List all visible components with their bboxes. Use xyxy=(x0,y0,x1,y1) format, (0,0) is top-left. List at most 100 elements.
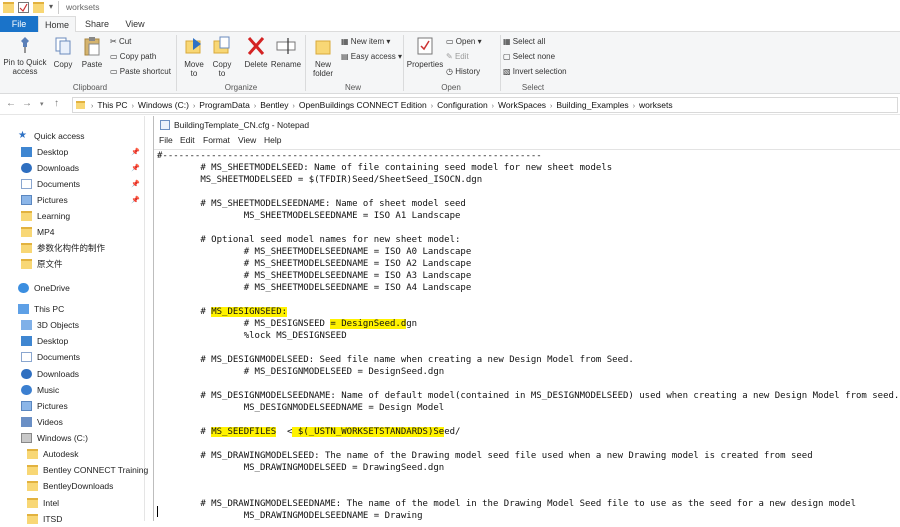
notepad-title: BuildingTemplate_CN.cfg - Notepad xyxy=(174,120,310,130)
tab-home[interactable]: Home xyxy=(38,16,76,33)
tab-file[interactable]: File xyxy=(0,16,38,32)
folder-icon xyxy=(27,449,38,459)
highlighted-text: MS_DESIGNSEED: xyxy=(211,307,288,317)
highlighted-text: = DesignSeed.d xyxy=(330,319,407,329)
documents-icon xyxy=(21,179,32,189)
text-line: %lock MS_DESIGNSEED xyxy=(157,331,347,341)
breadcrumb-separator-icon[interactable]: › xyxy=(193,100,195,114)
properties-icon xyxy=(406,36,444,58)
up-arrow-icon[interactable]: ↑ xyxy=(54,98,59,109)
ribbon-separator xyxy=(305,35,306,91)
new-folder-button[interactable]: New folder xyxy=(308,36,338,78)
select-group-label: Select xyxy=(521,83,545,92)
copy-icon xyxy=(50,36,76,58)
cloud-icon xyxy=(18,283,29,293)
text-line: MS_DRAWINGMODELSEED = DrawingSeed.dgn xyxy=(157,463,445,473)
notepad-menu-format[interactable]: Format xyxy=(203,135,230,145)
folder-icon xyxy=(21,259,32,269)
copy-to-button[interactable]: Copy to xyxy=(209,36,235,78)
cube-icon xyxy=(21,320,32,330)
easy-access-icon: ▤ xyxy=(341,52,349,61)
select-all-icon: ▦ xyxy=(503,37,511,46)
open-button[interactable]: ▭ Open ▾ xyxy=(446,36,482,48)
paste-button[interactable]: Paste xyxy=(78,36,106,69)
breadcrumb-item[interactable]: OpenBuildings CONNECT Edition xyxy=(299,98,427,112)
new-folder-icon[interactable] xyxy=(33,2,44,13)
delete-button[interactable]: Delete xyxy=(241,36,271,69)
paste-shortcut-button[interactable]: ▭ Paste shortcut xyxy=(110,66,171,78)
breadcrumb-separator-icon[interactable]: › xyxy=(633,100,635,114)
cut-button[interactable]: ✂ Cut xyxy=(110,36,131,48)
breadcrumb-item[interactable]: This PC xyxy=(97,98,127,112)
cut-icon: ✂ xyxy=(110,37,117,46)
pin-icon[interactable]: 📌 xyxy=(131,164,140,172)
recent-locations-icon[interactable]: ▾ xyxy=(40,100,44,108)
breadcrumb-item[interactable]: worksets xyxy=(639,98,673,112)
breadcrumb-separator-icon[interactable]: › xyxy=(431,100,433,114)
highlighted-text: MS_SEEDFILES xyxy=(211,427,277,437)
videos-icon xyxy=(21,417,32,428)
quick-access-dropdown-icon[interactable]: ▾ xyxy=(49,2,53,11)
notepad-menu-bar: File Edit Format View Help xyxy=(154,134,900,148)
breadcrumb-item[interactable]: Configuration xyxy=(437,98,488,112)
notepad-menu-view[interactable]: View xyxy=(238,135,256,145)
nav-item-label: Documents xyxy=(37,352,80,363)
organize-group-label: Organize xyxy=(224,83,258,92)
breadcrumb-item[interactable]: Bentley xyxy=(260,98,288,112)
text-line: MS_DRAWINGMODELSEEDNAME = Drawing xyxy=(157,511,423,521)
notepad-menu-help[interactable]: Help xyxy=(264,135,281,145)
notepad-menu-edit[interactable]: Edit xyxy=(180,135,195,145)
breadcrumb-separator-icon[interactable]: › xyxy=(91,100,93,114)
properties-icon[interactable] xyxy=(18,2,29,13)
invert-selection-button[interactable]: ▧ Invert selection xyxy=(503,66,567,78)
text-line: # MS_DESIGNMODELSEED: Seed file name whe… xyxy=(157,355,634,365)
breadcrumb-separator-icon[interactable]: › xyxy=(254,100,256,114)
edit-label: Edit xyxy=(454,52,469,61)
rename-label: Rename xyxy=(270,60,302,69)
select-all-button[interactable]: ▦ Select all xyxy=(503,36,545,48)
new-group-label: New xyxy=(344,83,361,92)
pin-icon[interactable]: 📌 xyxy=(131,180,140,188)
copy-button[interactable]: Copy xyxy=(50,36,76,69)
pin-icon[interactable]: 📌 xyxy=(131,196,140,204)
copy-to-icon xyxy=(209,36,235,58)
notepad-text-area[interactable]: #---------------------------------------… xyxy=(154,149,900,521)
edit-button[interactable]: ✎ Edit xyxy=(446,51,469,63)
breadcrumb: › This PC › Windows (C:) › ProgramData › Bentle… xyxy=(87,98,673,112)
easy-access-button[interactable]: ▤ Easy access ▾ xyxy=(341,51,402,63)
properties-button[interactable]: Properties xyxy=(406,36,444,69)
breadcrumb-item[interactable]: Building_Examples xyxy=(556,98,628,112)
breadcrumb-item[interactable]: WorkSpaces xyxy=(498,98,546,112)
nav-item-label: Quick access xyxy=(34,131,85,141)
properties-label: Properties xyxy=(406,60,444,69)
forward-arrow-icon[interactable]: → xyxy=(22,98,32,109)
select-none-button[interactable]: ▢ Select none xyxy=(503,51,555,63)
move-to-button[interactable]: Move to xyxy=(181,36,207,78)
breadcrumb-item[interactable]: Windows (C:) xyxy=(138,98,189,112)
address-path-box[interactable]: › This PC › Windows (C:) › ProgramData › Bentle… xyxy=(72,97,898,113)
notepad-menu-file[interactable]: File xyxy=(159,135,173,145)
text-caret xyxy=(157,506,158,517)
tab-view[interactable]: View xyxy=(116,16,154,32)
pin-to-quick-access-label: Pin to Quick access xyxy=(3,58,47,76)
copy-path-button[interactable]: ▭ Copy path xyxy=(110,51,156,63)
pin-icon[interactable]: 📌 xyxy=(131,148,140,156)
history-button[interactable]: ◷ History xyxy=(446,66,480,78)
ribbon-separator xyxy=(403,35,404,91)
folder-icon xyxy=(27,481,38,492)
breadcrumb-separator-icon[interactable]: › xyxy=(293,100,295,114)
breadcrumb-item[interactable]: ProgramData xyxy=(199,98,250,112)
pin-to-quick-access-button[interactable]: Pin to Quick access xyxy=(2,36,48,76)
new-item-button[interactable]: ▦ New item ▾ xyxy=(341,36,390,48)
tab-share[interactable]: Share xyxy=(78,16,116,32)
breadcrumb-separator-icon[interactable]: › xyxy=(492,100,494,114)
title-divider xyxy=(58,1,59,14)
paste-icon xyxy=(78,36,106,58)
rename-button[interactable]: Rename xyxy=(270,36,302,69)
clipboard-group-label: Clipboard xyxy=(72,83,108,92)
breadcrumb-separator-icon[interactable]: › xyxy=(132,100,134,114)
folder-icon xyxy=(21,211,32,221)
back-arrow-icon[interactable]: ← xyxy=(6,98,16,109)
breadcrumb-separator-icon[interactable]: › xyxy=(550,100,552,114)
text-line: # MS_SHEETMODELSEEDNAME: Name of sheet m… xyxy=(157,199,466,209)
